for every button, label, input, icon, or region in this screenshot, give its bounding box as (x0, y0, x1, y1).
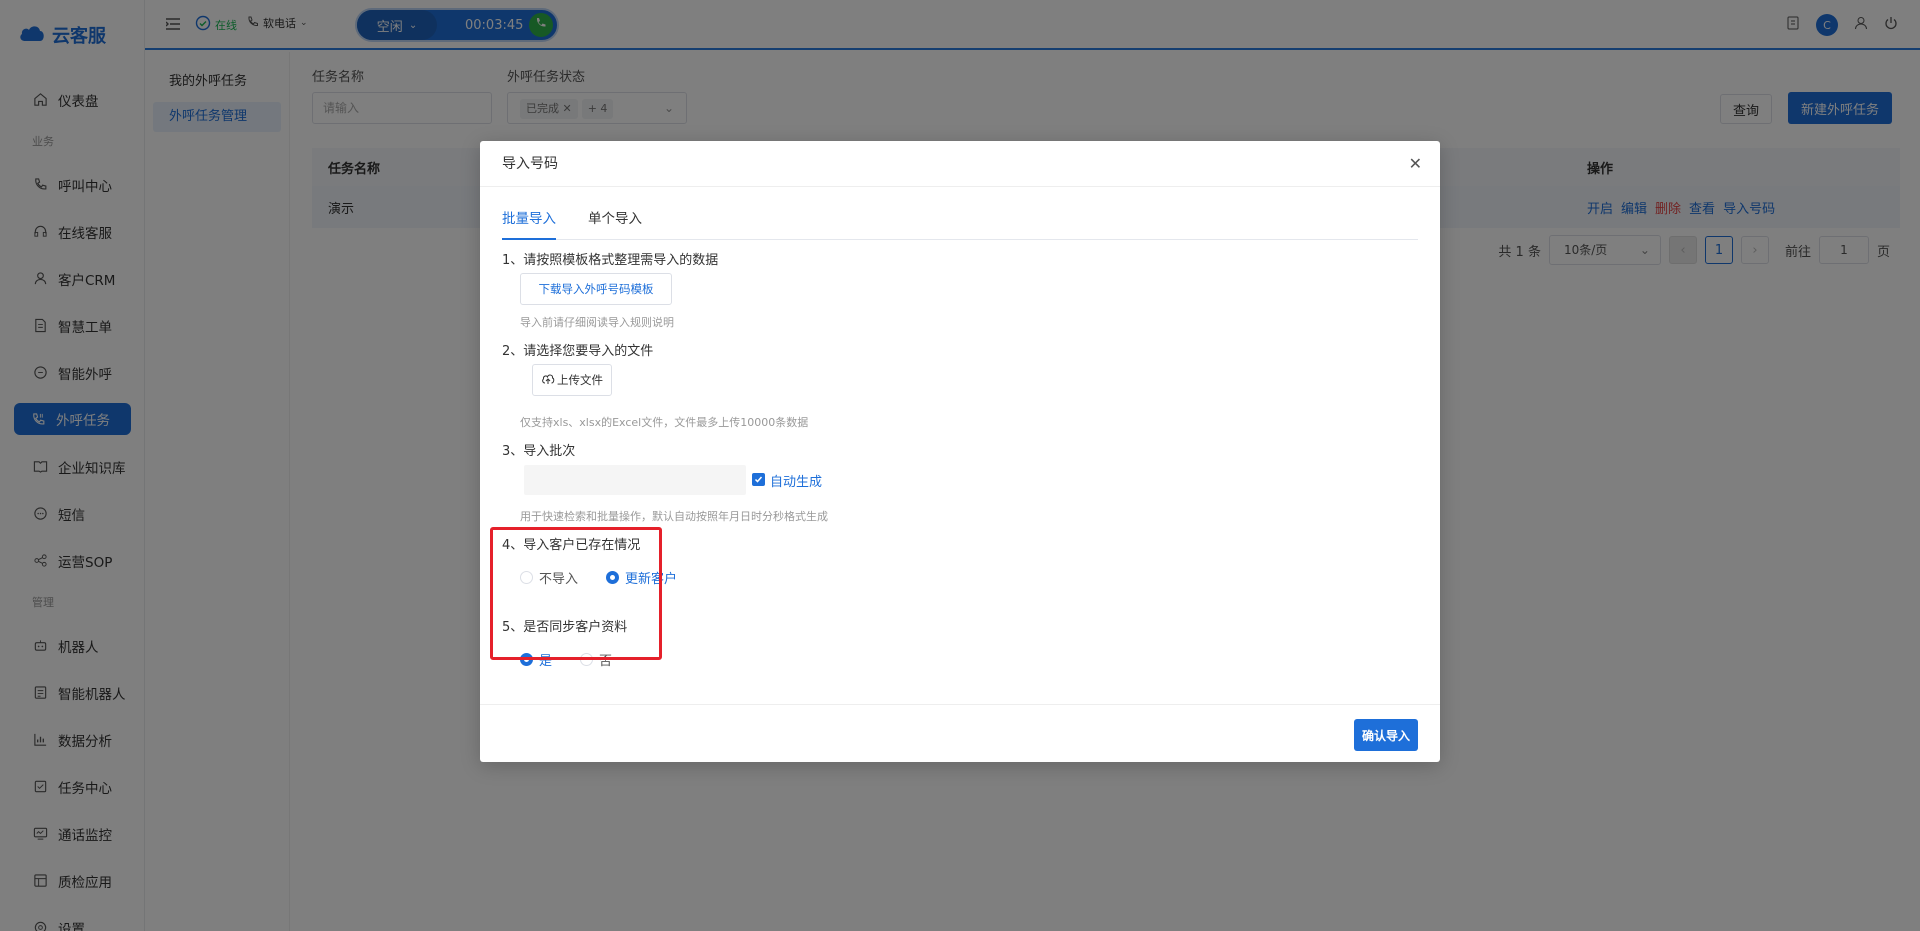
step-3-hint: 用于快速检索和批量操作，默认自动按照年月日时分秒格式生成 (520, 510, 828, 523)
step-1-label: 1、请按照模板格式整理需导入的数据 (502, 253, 719, 268)
cloud-upload-icon (541, 373, 555, 388)
dialog-header: 导入号码 ✕ (480, 141, 1440, 187)
step-2-label: 2、请选择您要导入的文件 (502, 344, 654, 359)
step-3-label: 3、导入批次 (502, 444, 576, 459)
auto-generate-checkbox[interactable] (752, 473, 765, 486)
dialog-title: 导入号码 (502, 156, 558, 172)
auto-generate-label[interactable]: 自动生成 (770, 471, 822, 490)
import-numbers-dialog: 导入号码 ✕ 批量导入 单个导入 1、请按照模板格式整理需导入的数据 下载导入外… (480, 141, 1440, 762)
step-2-hint: 仅支持xls、xlsx的Excel文件，文件最多上传10000条数据 (520, 416, 809, 429)
upload-file-button[interactable]: 上传文件 (532, 364, 612, 396)
upload-file-label: 上传文件 (557, 373, 603, 387)
import-tabs: 批量导入 单个导入 (502, 206, 1418, 240)
tab-batch-import[interactable]: 批量导入 (502, 206, 556, 240)
highlight-box (490, 527, 662, 660)
step-1-hint: 导入前请仔细阅读导入规则说明 (520, 316, 674, 329)
close-icon[interactable]: ✕ (1409, 141, 1422, 187)
dialog-footer: 确认导入 (480, 704, 1440, 762)
tab-single-import[interactable]: 单个导入 (588, 206, 642, 240)
batch-input[interactable] (524, 465, 746, 495)
download-template-button[interactable]: 下载导入外呼号码模板 (520, 273, 672, 305)
confirm-import-button[interactable]: 确认导入 (1354, 719, 1418, 751)
app-root: 云客服 仪表盘业务呼叫中心在线客服客户CRM智慧工单智能外呼外呼任务企业知识库短… (0, 0, 1920, 931)
